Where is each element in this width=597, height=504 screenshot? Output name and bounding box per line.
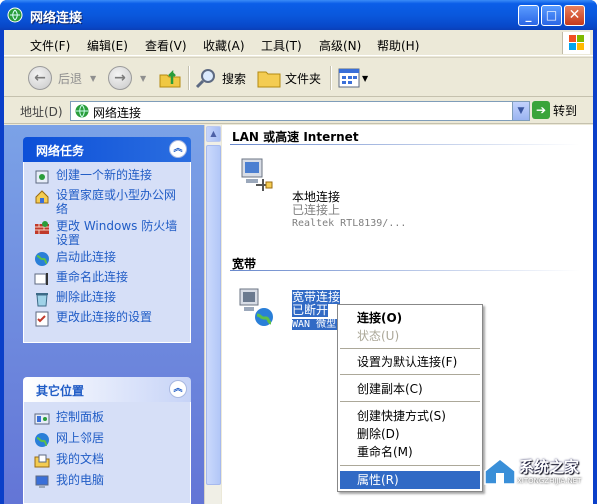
back-dropdown-icon[interactable]: ▼ [90, 74, 96, 83]
menu-edit[interactable]: 编辑(E) [87, 37, 128, 54]
network-connections-icon [75, 104, 89, 118]
toolbar: ← 后退 ▼ → ▼ 搜索 文件夹 ▼ [4, 57, 593, 97]
collapse-chevron-icon[interactable]: ︽ [169, 380, 187, 398]
menu-favorites[interactable]: 收藏(A) [203, 37, 245, 54]
maximize-button[interactable]: □ [541, 5, 562, 26]
ctx-rename[interactable]: 重命名(M) [340, 443, 480, 461]
title-bar[interactable]: 网络连接 _ □ ✕ [0, 0, 597, 30]
group-header-lan: LAN 或高速 Internet [232, 130, 359, 144]
firewall-icon [35, 221, 49, 234]
address-bar: 地址(D) 网络连接 ▼ ➔ 转到 [4, 98, 593, 124]
menu-advanced[interactable]: 高级(N) [319, 37, 361, 54]
address-label: 地址(D) [20, 105, 63, 119]
task-setup-home-network[interactable]: 设置家庭或小型办公网络 [34, 188, 184, 216]
address-value: 网络连接 [93, 106, 142, 120]
scroll-thumb[interactable] [206, 145, 221, 485]
ctx-create-copy[interactable]: 创建副本(C) [340, 380, 480, 398]
place-my-computer[interactable]: 我的电脑 [34, 473, 184, 490]
search-button[interactable]: 搜索 [194, 65, 246, 91]
windows-logo-icon [562, 32, 590, 54]
place-network-neighborhood[interactable]: 网上邻居 [34, 431, 184, 448]
my-computer-icon [35, 475, 49, 488]
ctx-properties[interactable]: 属性(R) [340, 471, 480, 489]
window-title: 网络连接 [30, 11, 83, 26]
menu-tools[interactable]: 工具(T) [261, 37, 302, 54]
menu-help[interactable]: 帮助(H) [377, 37, 419, 54]
new-connection-icon [35, 170, 49, 184]
minimize-button[interactable]: _ [518, 5, 539, 26]
ctx-create-shortcut[interactable]: 创建快捷方式(S) [340, 407, 480, 425]
scroll-up-icon[interactable]: ▲ [206, 126, 221, 142]
ctx-set-default[interactable]: 设置为默认连接(F) [340, 353, 480, 371]
lan-connection-icon [241, 158, 273, 191]
search-icon [195, 69, 215, 89]
go-arrow-icon: ➔ [532, 101, 550, 119]
menu-bar: 文件(F) 编辑(E) 查看(V) 收藏(A) 工具(T) 高级(N) 帮助(H… [4, 30, 593, 56]
ctx-delete[interactable]: 删除(D) [340, 425, 480, 443]
settings-checklist-icon [35, 311, 49, 327]
network-neighborhood-icon [35, 433, 49, 447]
home-network-icon [35, 190, 49, 204]
house-logo-icon [484, 458, 516, 485]
window-body: 文件(F) 编辑(E) 查看(V) 收藏(A) 工具(T) 高级(N) 帮助(H… [4, 30, 593, 504]
task-pane: 网络任务 ︽ 创建一个新的连接 设置家庭或小型办公网络 更改 Windows 防… [4, 125, 204, 504]
back-button[interactable]: ← 后退 ▼ [28, 65, 96, 91]
network-connections-icon [7, 7, 23, 23]
views-icon [338, 68, 360, 88]
other-places-header[interactable]: 其它位置 ︽ [23, 377, 191, 402]
control-panel-icon [34, 413, 50, 425]
collapse-chevron-icon[interactable]: ︽ [169, 140, 187, 158]
menu-view[interactable]: 查看(V) [145, 37, 187, 54]
network-tasks-header[interactable]: 网络任务 ︽ [23, 137, 191, 162]
forward-arrow-icon: → [108, 66, 132, 90]
task-change-settings[interactable]: 更改此连接的设置 [34, 310, 184, 327]
task-create-connection[interactable]: 创建一个新的连接 [34, 168, 184, 185]
forward-dropdown-icon[interactable]: ▼ [140, 74, 146, 83]
place-my-documents[interactable]: 我的文档 [34, 452, 184, 469]
broadband-connection-icon [239, 288, 273, 326]
close-button[interactable]: ✕ [564, 5, 585, 26]
place-control-panel[interactable]: 控制面板 [34, 410, 184, 427]
folder-icon [257, 71, 281, 88]
site-watermark: 系统之家 XITONGZHIJIA.NET [481, 452, 591, 492]
back-arrow-icon: ← [28, 66, 52, 90]
go-button[interactable]: ➔ 转到 [532, 101, 577, 119]
address-dropdown-icon[interactable]: ▼ [512, 102, 529, 120]
explorer-window: 网络连接 _ □ ✕ 文件(F) 编辑(E) 查看(V) 收藏(A) 工具(T)… [0, 0, 597, 504]
pane-scrollbar[interactable]: ▲ [204, 125, 221, 504]
ctx-connect[interactable]: 连接(O) [340, 309, 480, 327]
task-rename-connection[interactable]: 重命名此连接 [34, 270, 184, 287]
my-documents-icon [34, 454, 50, 468]
ctx-status: 状态(U) [357, 329, 400, 343]
menu-file[interactable]: 文件(F) [30, 37, 70, 54]
forward-button[interactable]: → ▼ [108, 65, 146, 91]
task-change-firewall[interactable]: 更改 Windows 防火墙设置 [34, 219, 184, 247]
task-start-connection[interactable]: 启动此连接 [34, 250, 184, 267]
up-folder-button[interactable] [158, 65, 182, 91]
rename-icon [34, 273, 48, 285]
other-places-panel: 其它位置 ︽ 控制面板 网上邻居 我的文档 我的电脑 [23, 377, 191, 504]
network-tasks-panel: 网络任务 ︽ 创建一个新的连接 设置家庭或小型办公网络 更改 Windows 防… [23, 137, 191, 343]
address-input[interactable]: 网络连接 ▼ [70, 101, 530, 121]
folders-button[interactable]: 文件夹 [257, 65, 321, 91]
task-delete-connection[interactable]: 删除此连接 [34, 290, 184, 307]
context-menu: 连接(O) 状态(U) 设置为默认连接(F) 创建副本(C) 创建快捷方式(S)… [337, 304, 483, 492]
recycle-bin-icon [36, 293, 48, 307]
up-folder-icon [159, 69, 181, 88]
views-dropdown-icon: ▼ [362, 73, 369, 83]
globe-icon [35, 252, 49, 266]
views-button[interactable]: ▼ [338, 65, 368, 91]
